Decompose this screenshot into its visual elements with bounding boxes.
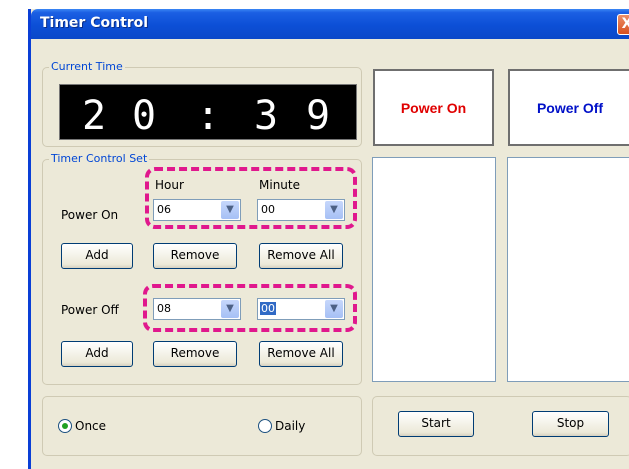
power-off-row-label: Power Off xyxy=(61,303,119,317)
power-off-add-button[interactable]: Add xyxy=(61,341,133,367)
clock-minute-digit-1: 3 xyxy=(254,93,279,139)
window-title: Timer Control xyxy=(40,15,149,31)
power-on-row-label: Power On xyxy=(61,208,119,222)
daily-radio[interactable] xyxy=(258,419,272,433)
clock-separator: : xyxy=(196,93,221,139)
clock-hour-digit-1: 2 xyxy=(82,93,107,139)
stop-button[interactable]: Stop xyxy=(532,411,609,437)
clock-hour-digit-2: 0 xyxy=(132,93,157,139)
power-off-remove-all-button[interactable]: Remove All xyxy=(259,341,343,367)
start-button[interactable]: Start xyxy=(398,411,474,437)
clock-display: 2 0 : 3 9 xyxy=(59,84,357,140)
power-off-time-highlight xyxy=(143,284,357,332)
power-on-remove-all-button[interactable]: Remove All xyxy=(259,243,343,269)
power-off-label: Power Off xyxy=(536,99,604,116)
power-off-button[interactable]: Power Off xyxy=(508,69,629,146)
power-on-button[interactable]: Power On xyxy=(373,69,494,146)
once-radio[interactable] xyxy=(58,419,72,433)
current-time-group-label: Current Time xyxy=(49,60,125,73)
power-on-remove-button[interactable]: Remove xyxy=(153,243,237,269)
radio-selected-dot xyxy=(62,423,68,429)
close-button[interactable]: X xyxy=(617,14,629,35)
power-on-time-highlight xyxy=(145,167,357,229)
title-bar[interactable]: Timer Control X xyxy=(31,9,629,39)
power-on-label: Power On xyxy=(400,99,467,116)
daily-label: Daily xyxy=(275,419,306,433)
power-off-remove-button[interactable]: Remove xyxy=(153,341,237,367)
once-label: Once xyxy=(75,419,107,433)
power-off-schedule-list[interactable] xyxy=(507,157,629,382)
power-on-schedule-list[interactable] xyxy=(372,157,496,382)
timer-control-set-group-label: Timer Control Set xyxy=(49,152,150,165)
power-on-add-button[interactable]: Add xyxy=(61,243,133,269)
clock-minute-digit-2: 9 xyxy=(306,93,331,139)
